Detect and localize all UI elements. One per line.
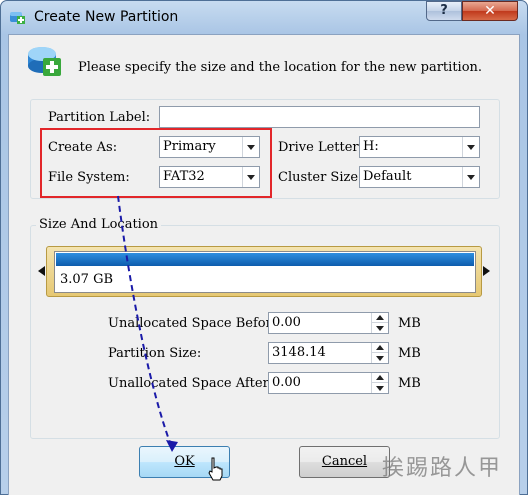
size-location-title: Size And Location: [36, 217, 162, 232]
unallocated-after-input[interactable]: 0.00: [268, 372, 389, 394]
unallocated-after-value: 0.00: [272, 375, 301, 390]
add-partition-icon: [28, 47, 61, 76]
spin-down-icon[interactable]: [372, 383, 388, 393]
app-icon: [10, 12, 25, 24]
partition-size-text: 3.07 GB: [60, 272, 114, 287]
help-button[interactable]: ?: [426, 1, 462, 21]
spin-up-icon[interactable]: [372, 313, 388, 323]
unallocated-after-label: Unallocated Space After:: [108, 376, 274, 391]
unallocated-after-unit: MB: [398, 376, 421, 391]
highlight-box: [40, 128, 272, 198]
drive-letter-label: Drive Letter:: [278, 140, 364, 155]
spin-up-icon[interactable]: [372, 373, 388, 383]
partition-usage-bar: [56, 253, 474, 266]
mouse-cursor-icon: [208, 457, 223, 481]
partition-size-unit: MB: [398, 346, 421, 361]
unallocated-before-input[interactable]: 0.00: [268, 312, 389, 334]
cluster-size-label: Cluster Size:: [278, 170, 363, 185]
spin-down-icon[interactable]: [372, 353, 388, 363]
chevron-down-icon[interactable]: [462, 167, 479, 187]
dialog-instruction: Please specify the size and the location…: [78, 60, 483, 75]
ok-button-label: OK: [174, 454, 195, 469]
window-title: Create New Partition: [34, 9, 179, 25]
resize-handle-right[interactable]: [483, 266, 490, 276]
partition-label-label: Partition Label:: [48, 110, 151, 125]
drive-letter-select[interactable]: H:: [359, 136, 480, 158]
partition-size-input[interactable]: 3148.14: [268, 342, 389, 364]
cluster-size-select[interactable]: Default: [359, 166, 480, 188]
drive-letter-value: H:: [363, 139, 379, 154]
cluster-size-value: Default: [363, 169, 412, 184]
watermark: 挨踢路人甲: [382, 456, 503, 481]
cancel-button-label: Cancel: [321, 454, 368, 469]
close-button[interactable]: ✕: [462, 1, 518, 21]
unallocated-before-label: Unallocated Space Before:: [108, 316, 284, 331]
partition-size-label: Partition Size:: [108, 346, 202, 361]
partition-size-value: 3148.14: [272, 345, 326, 360]
unallocated-before-value: 0.00: [272, 315, 301, 330]
partition-label-input[interactable]: [159, 106, 480, 128]
unallocated-before-unit: MB: [398, 316, 421, 331]
cancel-button[interactable]: Cancel: [299, 446, 390, 478]
spin-up-icon[interactable]: [372, 343, 388, 353]
resize-handle-left[interactable]: [38, 266, 45, 276]
chevron-down-icon[interactable]: [462, 137, 479, 157]
spin-down-icon[interactable]: [372, 323, 388, 333]
